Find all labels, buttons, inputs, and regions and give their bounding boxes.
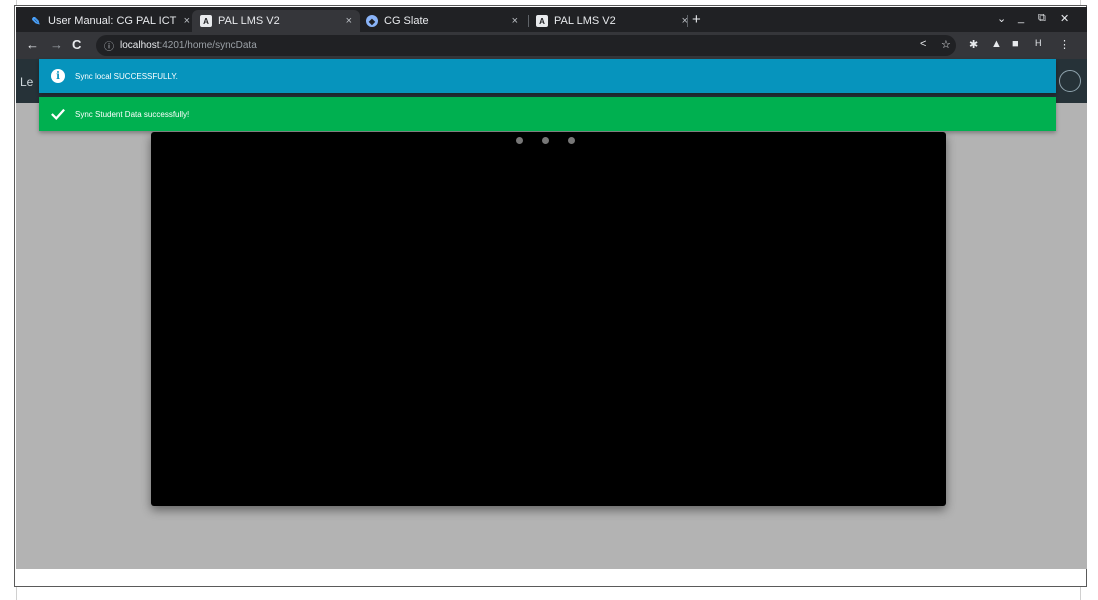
tab-title: PAL LMS V2	[218, 15, 280, 27]
profile-avatar[interactable]: H	[1035, 38, 1042, 48]
close-window-icon[interactable]: ✕	[1060, 12, 1069, 25]
page-viewport: Le	[16, 59, 1087, 569]
tab-user-manual[interactable]: ✎ User Manual: CG PAL ICT ×	[22, 10, 198, 32]
shield-icon: ◆	[366, 15, 378, 27]
close-icon[interactable]: ×	[512, 15, 518, 27]
back-icon[interactable]: ←	[26, 37, 39, 52]
share-icon[interactable]: <	[920, 38, 926, 50]
flask-icon[interactable]: ▲	[991, 38, 1002, 50]
toast-message: Sync Student Data successfully!	[75, 109, 190, 119]
user-avatar[interactable]	[1059, 70, 1081, 92]
tab-pal-lms[interactable]: A PAL LMS V2 ×	[528, 10, 696, 32]
new-tab-button[interactable]: +	[692, 11, 701, 28]
loading-dot	[542, 137, 549, 144]
address-bar[interactable]: ⓘ localhost :4201/home/syncData	[96, 35, 956, 56]
tab-title: User Manual: CG PAL ICT	[48, 15, 177, 27]
toast-sync-local[interactable]: i Sync local SUCCESSFULLY.	[39, 59, 1056, 93]
forward-icon[interactable]: →	[50, 37, 63, 52]
side-panel-icon[interactable]: ■	[1012, 38, 1019, 50]
app-brand: Le	[20, 75, 34, 89]
url-host: localhost	[120, 40, 160, 51]
close-icon[interactable]: ×	[184, 15, 190, 27]
extensions-icon[interactable]: ✱	[969, 38, 978, 51]
tab-title: CG Slate	[384, 15, 429, 27]
menu-icon[interactable]: ⋮	[1059, 38, 1070, 51]
info-icon[interactable]: ⓘ	[104, 38, 114, 53]
tab-cg-slate[interactable]: ◆ CG Slate ×	[358, 10, 526, 32]
restore-icon[interactable]: ⧉	[1038, 12, 1046, 25]
loading-indicator	[516, 137, 575, 144]
loading-dot	[568, 137, 575, 144]
browser-toolbar: ← → C ⓘ localhost :4201/home/syncData < …	[16, 32, 1087, 59]
video-player[interactable]	[151, 132, 946, 506]
tab-pal-lms-active[interactable]: A PAL LMS V2 ×	[192, 10, 360, 32]
document-icon: ✎	[31, 15, 41, 28]
info-icon: i	[51, 69, 65, 83]
angular-icon: A	[536, 15, 548, 27]
close-icon[interactable]: ×	[346, 15, 352, 27]
loading-dot	[516, 137, 523, 144]
checkmark-icon	[51, 107, 65, 121]
url-path: :4201/home/syncData	[159, 40, 257, 51]
toast-message: Sync local SUCCESSFULLY.	[75, 71, 178, 81]
tab-separator	[687, 15, 688, 27]
reload-icon[interactable]: C	[72, 37, 81, 52]
tab-strip: ✎ User Manual: CG PAL ICT × A PAL LMS V2…	[16, 7, 1087, 32]
angular-icon: A	[200, 15, 212, 27]
minimize-icon[interactable]: _	[1018, 12, 1024, 24]
tab-title: PAL LMS V2	[554, 15, 616, 27]
chevron-down-icon[interactable]: ⌄	[997, 12, 1006, 25]
toast-sync-student-data[interactable]: Sync Student Data successfully!	[39, 97, 1056, 131]
star-icon[interactable]: ☆	[941, 38, 951, 51]
